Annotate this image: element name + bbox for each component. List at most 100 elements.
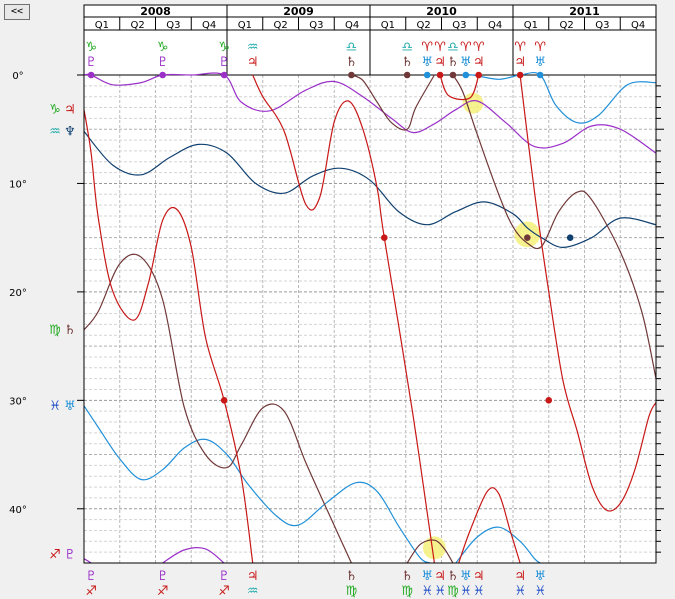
data-point <box>545 397 553 404</box>
top-sign-glyph: ♒ <box>247 40 259 55</box>
bottom-planet-glyph: ♅ <box>534 569 546 584</box>
quarter-label: Q2 <box>131 20 145 31</box>
top-planet-glyph: ♅ <box>534 55 546 70</box>
data-point <box>220 71 228 79</box>
bottom-planet-glyph: ♃ <box>514 569 526 584</box>
bottom-sign-glyph: ♒ <box>247 584 259 599</box>
quarter-label: Q1 <box>95 20 109 31</box>
bottom-sign-glyph: ♍ <box>447 584 459 599</box>
bottom-planet-glyph: ♅ <box>421 569 433 584</box>
bottom-sign-glyph: ♍ <box>401 584 413 599</box>
quarter-label: Q4 <box>202 20 216 31</box>
top-planet-glyph: ♄ <box>401 55 413 70</box>
data-point <box>536 71 544 79</box>
top-sign-glyph: ♎ <box>447 40 459 55</box>
bottom-sign-glyph: ♓ <box>473 584 485 599</box>
top-planet-glyph: ♇ <box>157 55 169 70</box>
quarter-label: Q1 <box>381 20 395 31</box>
left-planet-glyph: ♅ <box>64 399 76 414</box>
left-planet-glyph: ♄ <box>64 323 76 338</box>
quarter-label: Q1 <box>524 20 538 31</box>
quarter-label: Q3 <box>309 20 323 31</box>
ephemeris-chart: 2008 Q1 Q2 Q3 Q4 2009 Q1 Q2 Q3 Q4 2010 Q1 Q2 Q3 Q4 2011… <box>9 4 664 599</box>
data-point <box>436 71 444 79</box>
quarter-label: Q3 <box>166 20 180 31</box>
data-point <box>449 71 457 79</box>
top-sign-glyph: ♈ <box>460 40 472 55</box>
y-tick-label: 40° <box>9 505 27 516</box>
left-sign-glyph: ♓ <box>49 399 61 414</box>
top-planet-glyph: ♃ <box>247 55 259 70</box>
y-tick-label: 0° <box>12 71 23 82</box>
plot-background <box>84 5 656 563</box>
bottom-planet-glyph: ♄ <box>401 569 413 584</box>
data-point <box>87 71 95 79</box>
quarter-label: Q4 <box>488 20 502 31</box>
left-sign-glyph: ♑ <box>49 103 61 118</box>
data-point <box>159 71 166 79</box>
bottom-sign-glyph: ♓ <box>434 584 446 599</box>
top-planet-glyph: ♃ <box>473 55 485 70</box>
quarter-label: Q2 <box>274 20 288 31</box>
bottom-planet-glyph: ♄ <box>346 569 358 584</box>
top-sign-glyph: ♈ <box>421 40 433 55</box>
y-tick-label: 20° <box>9 288 27 299</box>
bottom-planet-glyph: ♇ <box>157 569 169 584</box>
left-sign-glyph: ♐ <box>49 547 61 562</box>
top-sign-glyph: ♎ <box>401 40 413 55</box>
top-sign-glyph: ♈ <box>434 40 446 55</box>
left-planet-glyph: ♆ <box>64 124 76 139</box>
bottom-planet-glyph: ♇ <box>85 569 97 584</box>
top-planet-glyph: ♇ <box>85 55 97 70</box>
y-tick-label: 10° <box>9 179 27 190</box>
data-point <box>220 397 228 404</box>
bottom-sign-glyph: ♓ <box>534 584 546 599</box>
bottom-planet-glyph: ♇ <box>218 569 230 584</box>
bottom-sign-glyph: ♓ <box>514 584 526 599</box>
year-label: 2009 <box>283 5 314 18</box>
top-planet-glyph: ♃ <box>434 55 446 70</box>
quarter-label: Q1 <box>238 20 252 31</box>
bottom-planet-glyph: ♄ <box>447 569 459 584</box>
bottom-sign-glyph: ♐ <box>218 584 230 599</box>
data-point <box>381 234 388 241</box>
top-planet-glyph: ♃ <box>514 55 526 70</box>
quarter-label: Q4 <box>631 20 645 31</box>
data-point <box>403 71 411 79</box>
top-sign-glyph: ♎ <box>346 40 358 55</box>
bottom-sign-glyph: ♓ <box>460 584 472 599</box>
bottom-planet-glyph: ♃ <box>434 569 446 584</box>
data-point <box>516 71 524 79</box>
quarter-label: Q4 <box>345 20 359 31</box>
y-tick-label: 30° <box>9 396 27 407</box>
bottom-sign-glyph: ♓ <box>421 584 433 599</box>
top-sign-glyph: ♈ <box>473 40 485 55</box>
bottom-sign-glyph: ♐ <box>157 584 169 599</box>
top-sign-glyph: ♑ <box>85 40 97 55</box>
data-point <box>348 71 355 79</box>
year-label: 2010 <box>426 5 457 18</box>
bottom-planet-glyph: ♃ <box>473 569 485 584</box>
bottom-planet-glyph: ♃ <box>247 569 259 584</box>
top-sign-glyph: ♈ <box>534 40 546 55</box>
year-label: 2011 <box>569 5 600 18</box>
top-planet-glyph: ♅ <box>460 55 472 70</box>
data-point <box>423 71 431 79</box>
quarter-label: Q2 <box>560 20 574 31</box>
bottom-sign-glyph: ♍ <box>346 584 358 599</box>
data-point <box>524 234 531 241</box>
quarter-label: Q3 <box>595 20 609 31</box>
top-planet-glyph: ♇ <box>218 55 230 70</box>
bottom-sign-glyph: ♐ <box>85 584 97 599</box>
top-planet-glyph: ♄ <box>447 55 459 70</box>
data-point <box>462 71 470 79</box>
left-planet-glyph: ♃ <box>64 103 76 118</box>
top-sign-glyph: ♑ <box>157 40 169 55</box>
left-sign-glyph: ♒ <box>49 124 61 139</box>
quarter-label: Q3 <box>452 20 466 31</box>
top-planet-glyph: ♄ <box>346 55 358 70</box>
top-planet-glyph: ♅ <box>421 55 433 70</box>
year-label: 2008 <box>140 5 171 18</box>
data-point <box>475 71 482 79</box>
bottom-planet-glyph: ♅ <box>460 569 472 584</box>
